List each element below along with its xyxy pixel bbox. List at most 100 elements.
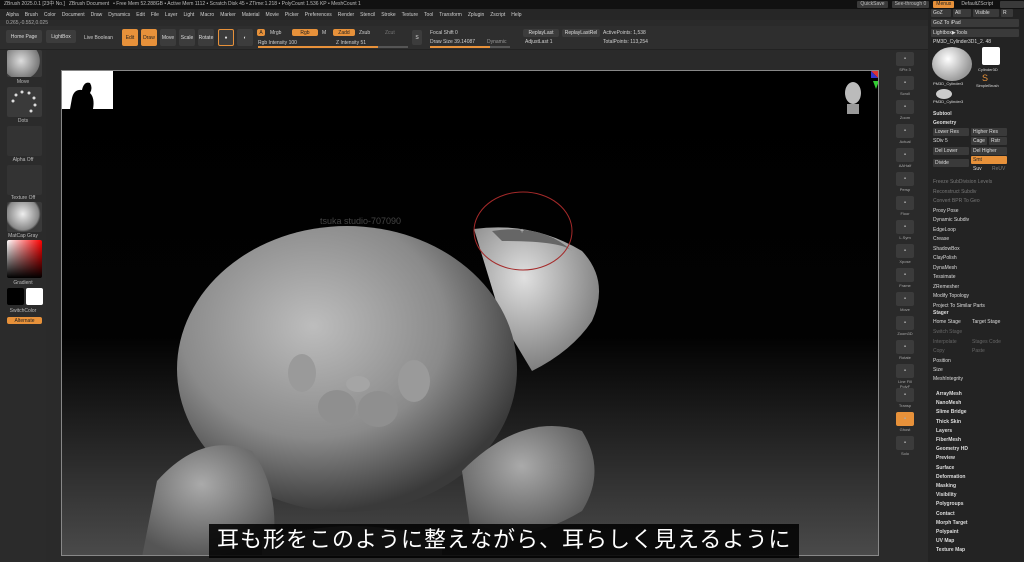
view-tool-floor[interactable]: ▪ <box>896 196 914 210</box>
view-tool-rotate[interactable]: ▪ <box>896 340 914 354</box>
goz-button[interactable]: GoZ <box>931 9 951 17</box>
zscript-button[interactable]: DefaultZScript <box>958 1 996 8</box>
quicksave-button[interactable]: QuickSave <box>857 1 888 8</box>
target-stage-button[interactable]: Target Stage <box>972 319 1000 325</box>
paste-button[interactable]: Paste <box>972 348 985 354</box>
menu-dynamics[interactable]: Dynamics <box>108 12 130 18</box>
geometry-item-convert-bpr-to-geo[interactable]: Convert BPR To Geo <box>933 198 980 204</box>
viewport-canvas[interactable]: tsuka studio-707090 + <box>61 70 879 556</box>
tool-thumbnail-large[interactable] <box>932 47 972 81</box>
simplebrush-icon[interactable]: S <box>982 73 988 83</box>
section-slime-bridge[interactable]: Slime Bridge <box>936 409 967 415</box>
texture-thumbnail[interactable] <box>7 165 42 195</box>
rgb-toggle[interactable]: Rgb <box>292 29 318 36</box>
size-section[interactable]: Size <box>933 367 943 373</box>
meshintegrity-section[interactable]: MeshIntegrity <box>933 376 963 382</box>
rstr-button[interactable]: Rstr <box>989 137 1007 145</box>
draw-size-track[interactable] <box>430 46 510 48</box>
subtool-section[interactable]: Subtool <box>933 111 952 117</box>
replay-last-rel-button[interactable]: ReplayLastRel <box>562 29 600 37</box>
focal-shift-slider[interactable]: Focal Shift 0 <box>430 30 458 36</box>
interpolate-slider[interactable]: Interpolate <box>933 339 957 345</box>
divide-button[interactable]: Divide <box>933 159 969 167</box>
view-tool-zoom[interactable]: ▪ <box>896 100 914 114</box>
menu-light[interactable]: Light <box>183 12 194 18</box>
cage-button[interactable]: Cage <box>971 137 987 145</box>
menus-toggle[interactable]: Menus <box>933 1 955 8</box>
brush-thumbnail[interactable] <box>7 50 42 77</box>
menu-zplugin[interactable]: Zplugin <box>468 12 484 18</box>
zcut-toggle[interactable]: Zcut <box>385 30 395 36</box>
m-toggle[interactable]: M <box>322 30 326 36</box>
geometry-item-modify-topology[interactable]: Modify Topology <box>933 293 969 299</box>
lightbox-button[interactable]: LightBox <box>46 30 76 43</box>
menu-picker[interactable]: Picker <box>285 12 299 18</box>
view-tool-zoom3d[interactable]: ▪ <box>896 316 914 330</box>
see-through-slider[interactable]: See-through 0 <box>891 1 930 8</box>
a-toggle[interactable]: A <box>257 29 265 36</box>
menu-edit[interactable]: Edit <box>136 12 145 18</box>
geometry-item-dynamesh[interactable]: DynaMesh <box>933 265 957 271</box>
menu-macro[interactable]: Macro <box>200 12 214 18</box>
all-button[interactable]: All <box>953 9 971 17</box>
section-polypaint[interactable]: Polypaint <box>936 529 959 535</box>
section-layers[interactable]: Layers <box>936 428 952 434</box>
material-thumbnail[interactable] <box>7 202 42 232</box>
menu-preferences[interactable]: Preferences <box>305 12 332 18</box>
draw-button[interactable]: Draw <box>141 29 157 46</box>
goz-to-ipad-button[interactable]: GoZ To iPad <box>931 19 1019 27</box>
secondary-color-swatch[interactable] <box>26 288 43 305</box>
position-section[interactable]: Position <box>933 358 951 364</box>
rgb-intensity-track[interactable] <box>258 46 408 48</box>
section-uv-map[interactable]: UV Map <box>936 538 954 544</box>
view-tool-move[interactable]: ▪ <box>896 292 914 306</box>
del-higher-button[interactable]: Del Higher <box>971 147 1007 155</box>
scale-button[interactable]: Scale <box>179 29 195 46</box>
menu-stencil[interactable]: Stencil <box>360 12 375 18</box>
section-masking[interactable]: Masking <box>936 483 956 489</box>
section-contact[interactable]: Contact <box>936 511 955 517</box>
view-tool-scroll[interactable]: ▪ <box>896 76 914 90</box>
view-tool-transp[interactable]: ▪ <box>896 388 914 402</box>
switch-stage-button[interactable]: Switch Stage <box>933 329 962 335</box>
menu-alpha[interactable]: Alpha <box>6 12 19 18</box>
geometry-item-edgeloop[interactable]: EdgeLoop <box>933 227 956 233</box>
geometry-item-reconstruct-subdiv[interactable]: Reconstruct Subdiv <box>933 189 976 195</box>
geometry-section[interactable]: Geometry <box>933 120 956 126</box>
menu-material[interactable]: Material <box>242 12 260 18</box>
view-tool-line-fill-polyf[interactable]: ▪ <box>896 364 914 378</box>
tool-thumb-small[interactable] <box>936 89 952 99</box>
menu-render[interactable]: Render <box>338 12 354 18</box>
suv-toggle[interactable]: Suv <box>973 166 982 172</box>
copy-button[interactable]: Copy <box>933 348 945 354</box>
view-tool-aahalf[interactable]: ▪ <box>896 148 914 162</box>
menu-tool[interactable]: Tool <box>424 12 433 18</box>
stages-code-field[interactable]: Stages Code <box>972 339 1001 345</box>
stroke-thumbnail[interactable] <box>7 87 42 117</box>
primary-color-swatch[interactable] <box>7 288 24 305</box>
reuv-toggle[interactable]: ReUV <box>992 166 1005 172</box>
section-morph-target[interactable]: Morph Target <box>936 520 968 526</box>
lightbox-tools-button[interactable]: Lightbox▶Tools <box>931 29 1019 37</box>
menu-transform[interactable]: Transform <box>439 12 462 18</box>
adjust-last-slider[interactable]: AdjustLast 1 <box>525 39 553 45</box>
menu-stroke[interactable]: Stroke <box>381 12 395 18</box>
gradient-sphere-icon[interactable]: ◐ <box>237 29 253 46</box>
view-tool-frame[interactable]: ▪ <box>896 268 914 282</box>
geometry-item-shadowbox[interactable]: ShadowBox <box>933 246 960 252</box>
section-visibility[interactable]: Visibility <box>936 492 956 498</box>
view-tool-ghost[interactable]: ▪ <box>896 412 914 426</box>
section-thick-skin[interactable]: Thick Skin <box>936 419 961 425</box>
section-nanomesh[interactable]: NanoMesh <box>936 400 961 406</box>
geometry-item-crease[interactable]: Crease <box>933 236 949 242</box>
section-polygroups[interactable]: Polygroups <box>936 501 964 507</box>
zsub-toggle[interactable]: Zsub <box>359 30 370 36</box>
geometry-item-claypolish[interactable]: ClayPolish <box>933 255 957 261</box>
section-deformation[interactable]: Deformation <box>936 474 965 480</box>
visible-button[interactable]: Visible <box>973 9 999 17</box>
home-stage-button[interactable]: Home Stage <box>933 319 961 325</box>
s-toggle[interactable]: S <box>412 30 422 45</box>
geometry-item-dynamic-subdiv[interactable]: Dynamic Subdiv <box>933 217 969 223</box>
sdiv-slider[interactable]: SDiv 5 <box>933 138 948 144</box>
section-texture-map[interactable]: Texture Map <box>936 547 965 553</box>
